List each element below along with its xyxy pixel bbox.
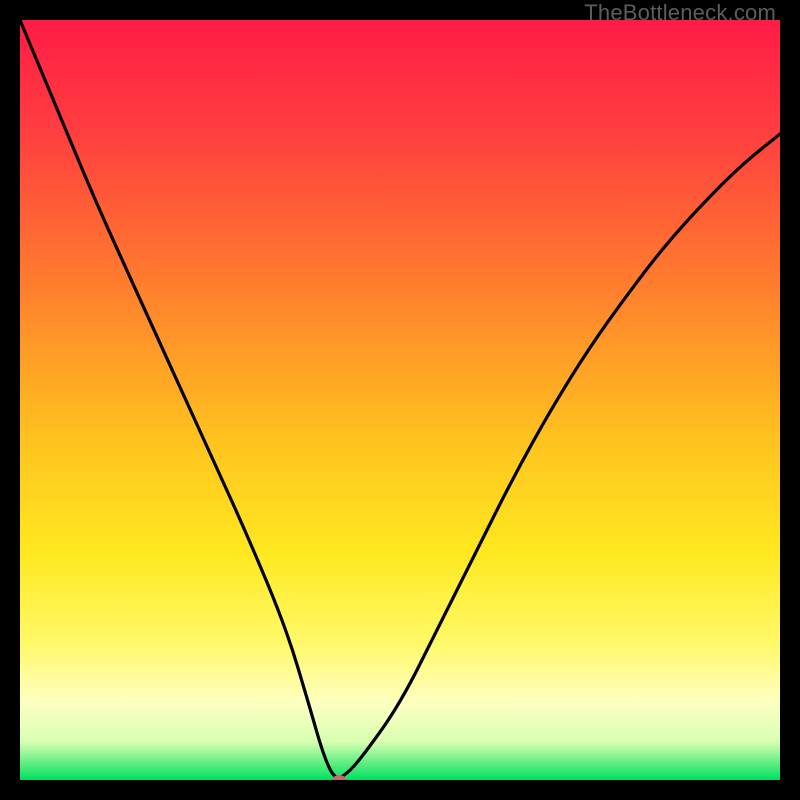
gradient-background [20,20,780,780]
bottleneck-chart [20,20,780,780]
chart-frame: TheBottleneck.com [0,0,800,800]
watermark-text: TheBottleneck.com [584,0,776,26]
plot-area [20,20,780,780]
